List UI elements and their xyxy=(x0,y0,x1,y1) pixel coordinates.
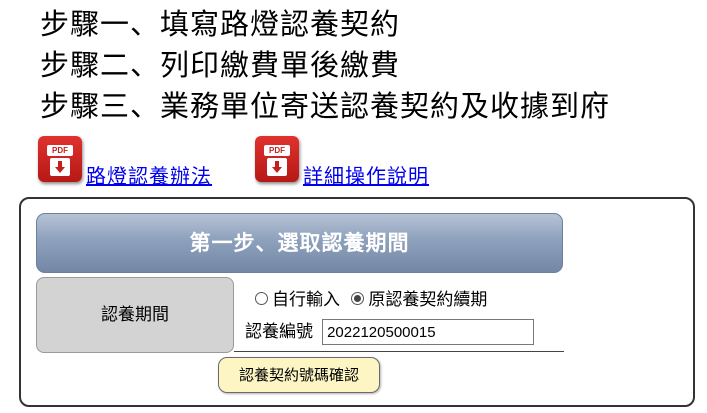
adoption-number-row: 認養編號 xyxy=(245,318,535,346)
radio-manual[interactable] xyxy=(255,291,268,305)
adoption-rules-link[interactable]: PDF 路燈認養辦法 xyxy=(38,134,238,190)
step-two-text: 步驟二、列印繳費單後繳費 xyxy=(40,48,401,82)
adoption-number-label: 認養編號 xyxy=(245,322,313,342)
adoption-rules-link-text[interactable]: 路燈認養辦法 xyxy=(86,160,212,189)
pdf-icon-label: PDF xyxy=(264,145,290,156)
document-links: PDF 路燈認養辦法 PDF 詳細操作說明 xyxy=(38,134,698,190)
adoption-period-panel: 第一步、選取認養期間 認養期間 自行輸入 原認養契約續期 認養編號 認養契約號碼… xyxy=(19,197,695,407)
radio-option-manual[interactable]: 自行輸入 xyxy=(255,289,340,311)
pdf-icon[interactable]: PDF xyxy=(38,136,82,182)
confirm-contract-number-button[interactable]: 認養契約號碼確認 xyxy=(218,357,380,393)
period-radio-group: 自行輸入 原認養契約續期 xyxy=(255,289,493,311)
step-one-text: 步驟一、填寫路燈認養契約 xyxy=(40,7,401,41)
panel-header: 第一步、選取認養期間 xyxy=(36,213,563,273)
step-three-text: 步驟三、業務單位寄送認養契約及收據到府 xyxy=(40,89,611,123)
steps-list: 步驟一、填寫路燈認養契約 步驟二、列印繳費單後繳費 步驟三、業務單位寄送認養契約… xyxy=(40,4,700,127)
radio-manual-label[interactable]: 自行輸入 xyxy=(272,290,340,310)
adoption-number-input[interactable] xyxy=(322,319,535,345)
divider xyxy=(234,351,564,352)
download-arrow-icon xyxy=(267,158,287,176)
radio-renew-label[interactable]: 原認養契約續期 xyxy=(368,290,487,310)
pdf-icon-label: PDF xyxy=(47,145,73,156)
pdf-icon[interactable]: PDF xyxy=(255,136,299,182)
period-label: 認養期間 xyxy=(36,277,234,353)
operation-guide-link[interactable]: PDF 詳細操作說明 xyxy=(255,134,455,190)
radio-renew[interactable] xyxy=(351,291,365,305)
radio-option-renew[interactable]: 原認養契約續期 xyxy=(351,289,487,311)
operation-guide-link-text[interactable]: 詳細操作說明 xyxy=(303,160,429,189)
download-arrow-icon xyxy=(50,158,70,176)
